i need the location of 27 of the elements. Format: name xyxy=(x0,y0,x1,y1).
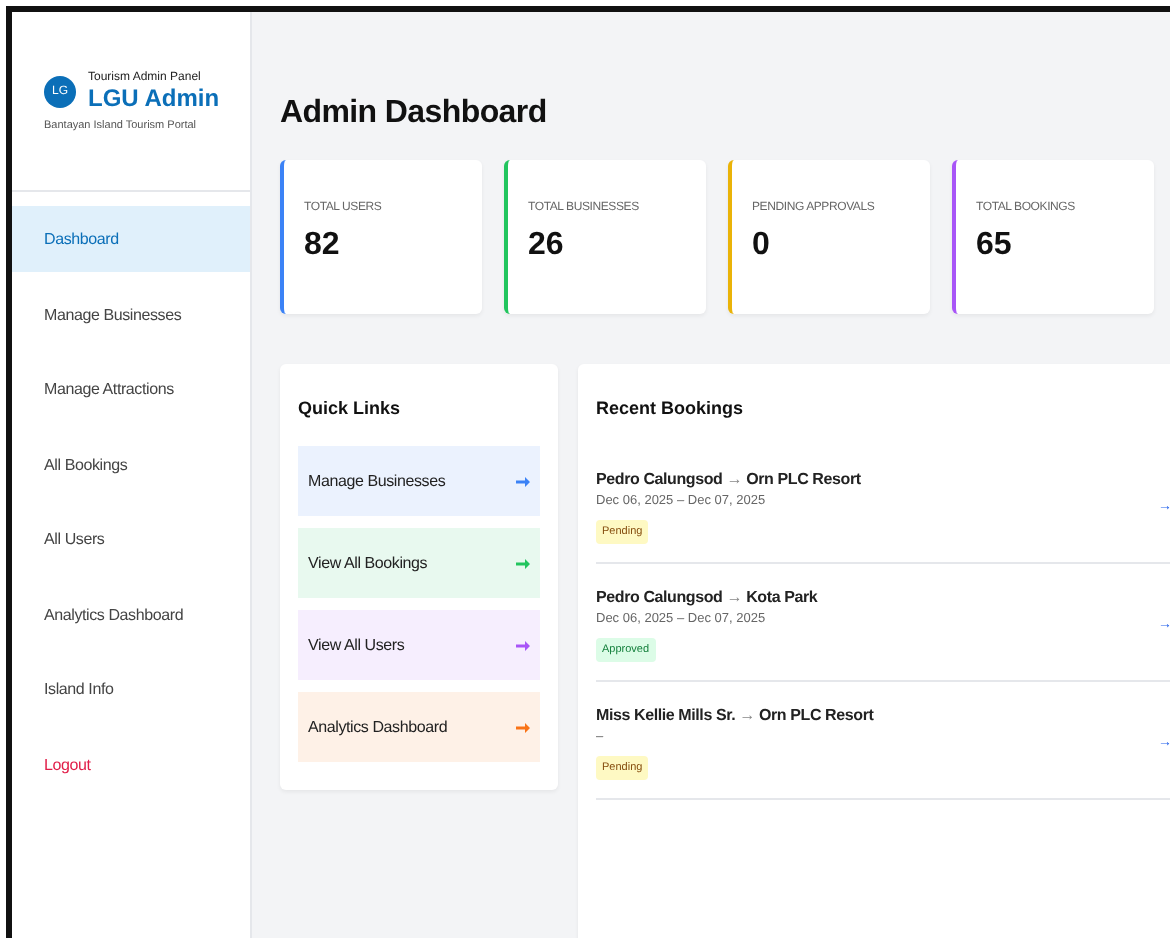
sidebar-item[interactable]: Manage Businesses xyxy=(12,281,250,347)
booking-title: Miss Kellie Mills Sr. → Orn PLC Resort xyxy=(596,706,874,724)
brand-title: LGU Admin xyxy=(88,83,220,111)
booking-title: Pedro Calungsod → Kota Park xyxy=(596,588,818,606)
sidebar-item[interactable]: All Bookings xyxy=(12,431,250,497)
sidebar-item[interactable]: Island Info xyxy=(12,656,250,722)
stat-value: 82 xyxy=(304,228,342,264)
stat-value: 0 xyxy=(752,228,772,264)
booking-title: Pedro Calungsod → Orn PLC Resort xyxy=(596,470,861,488)
quick-link[interactable]: View All Users xyxy=(298,610,540,680)
sidebar-item[interactable]: All Users xyxy=(12,506,250,572)
quick-link[interactable]: Analytics Dashboard xyxy=(298,692,540,762)
logout-link[interactable]: Logout xyxy=(12,731,250,797)
link-label: Manage Businesses xyxy=(308,472,446,490)
page-title: Admin Dashboard xyxy=(280,94,549,134)
card-title: Quick Links xyxy=(298,398,403,418)
quick-link[interactable]: Manage Businesses xyxy=(298,446,540,516)
card-title: Recent Bookings xyxy=(596,398,746,418)
sidebar-item[interactable]: Manage Attractions xyxy=(12,356,250,422)
quick-link[interactable]: View All Bookings xyxy=(298,528,540,598)
stat-value: 26 xyxy=(528,228,566,264)
sidebar-item[interactable]: Analytics Dashboard xyxy=(12,581,250,647)
stat-value: 65 xyxy=(976,228,1014,264)
link-label: View All Users xyxy=(308,636,405,654)
sidebar-item[interactable]: Dashboard xyxy=(12,206,250,272)
link-label: View All Bookings xyxy=(308,554,428,572)
link-label: Analytics Dashboard xyxy=(308,718,448,736)
